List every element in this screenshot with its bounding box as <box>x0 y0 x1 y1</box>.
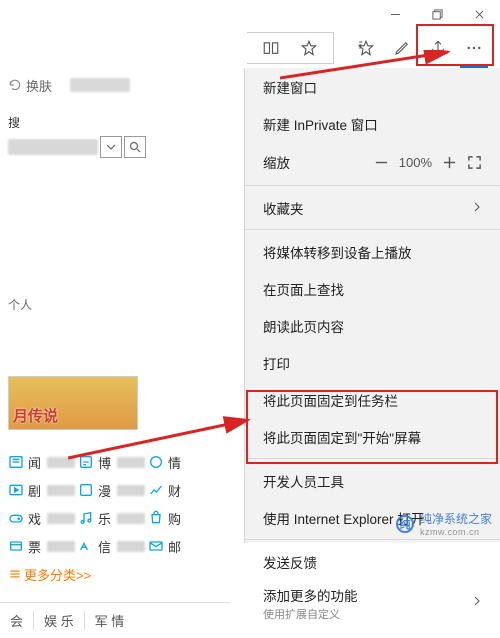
menu-pin-taskbar[interactable]: 将此页面固定到任务栏 <box>245 381 500 418</box>
list-icon <box>8 567 22 581</box>
menu-separator <box>245 458 500 459</box>
menu-cast[interactable]: 将媒体转移到设备上播放 <box>245 233 500 270</box>
refresh-icon[interactable] <box>8 78 22 92</box>
page-left-column: 搜 个人 月传说 闻 博 情 剧 漫 财 戏 乐 购 票 信 邮 <box>0 100 230 543</box>
menu-pin-start[interactable]: 将此页面固定到"开始"屏幕 <box>245 418 500 455</box>
cat-game[interactable]: 戏 <box>8 509 78 528</box>
menu-favorites[interactable]: 收藏夹 <box>245 189 500 226</box>
tab-strip: 换肤 <box>0 70 130 100</box>
menu-read-aloud[interactable]: 朗读此页内容 <box>245 307 500 344</box>
window-restore-button[interactable] <box>416 0 458 28</box>
bottom-tab-0[interactable]: 会 <box>0 611 34 630</box>
cat-emotion[interactable]: 情 <box>148 453 218 472</box>
search-label: 搜 <box>8 116 20 130</box>
cat-weibo[interactable]: 博 <box>78 453 148 472</box>
window-minimize-button[interactable] <box>374 0 416 28</box>
promo-banner[interactable]: 月传说 <box>8 376 138 430</box>
favorites-list-icon[interactable] <box>348 30 384 66</box>
promo-text: 月传说 <box>13 405 58 426</box>
overflow-menu: 新建窗口 新建 InPrivate 窗口 缩放 100% 收藏夹 将媒体转移到设… <box>244 68 500 543</box>
menu-find[interactable]: 在页面上查找 <box>245 270 500 307</box>
more-categories-link[interactable]: 更多分类>> <box>8 565 91 584</box>
bottom-tab-1[interactable]: 娱 乐 <box>34 611 85 630</box>
menu-separator <box>245 185 500 186</box>
zoom-label: 缩放 <box>263 152 290 172</box>
bottom-tab-2[interactable]: 军 情 <box>85 611 135 630</box>
cat-shopping[interactable]: 购 <box>148 509 218 528</box>
tab-change-skin[interactable]: 换肤 <box>26 76 52 95</box>
menu-separator <box>245 229 500 230</box>
search-submit-button[interactable] <box>124 136 146 158</box>
window-close-button[interactable] <box>458 0 500 28</box>
fullscreen-button[interactable] <box>467 155 482 170</box>
cat-comic[interactable]: 漫 <box>78 481 148 500</box>
menu-feedback[interactable]: 发送反馈 <box>245 543 500 580</box>
toolbar <box>0 28 500 68</box>
cat-drama[interactable]: 剧 <box>8 481 78 500</box>
watermark-logo-icon: 纯 <box>396 515 414 533</box>
favorite-star-icon[interactable] <box>291 30 327 66</box>
menu-zoom: 缩放 100% <box>245 142 500 182</box>
menu-new-window[interactable]: 新建窗口 <box>245 68 500 105</box>
caption-personal: 个人 <box>8 296 32 313</box>
cat-finance[interactable]: 财 <box>148 481 218 500</box>
reading-view-icon[interactable] <box>253 30 289 66</box>
zoom-in-button[interactable] <box>442 155 457 170</box>
bottom-nav-tabs: 会 娱 乐 军 情 <box>0 602 230 638</box>
cat-letter[interactable]: 信 <box>78 537 148 556</box>
watermark-title: 纯净系统之家 <box>420 510 492 527</box>
cat-music[interactable]: 乐 <box>78 509 148 528</box>
zoom-value: 100% <box>399 155 432 170</box>
chevron-right-icon <box>472 200 482 215</box>
more-menu-button[interactable] <box>456 30 492 66</box>
address-bar-actions <box>247 32 334 64</box>
menu-new-inprivate[interactable]: 新建 InPrivate 窗口 <box>245 105 500 142</box>
category-grid: 闻 博 情 剧 漫 财 戏 乐 购 票 信 邮 更多分类>> <box>8 448 218 588</box>
menu-print[interactable]: 打印 <box>245 344 500 381</box>
watermark-url: kzmw.com.cn <box>420 527 492 537</box>
blurred-content <box>70 78 130 92</box>
share-icon[interactable] <box>420 30 456 66</box>
cat-lottery[interactable]: 票 <box>8 537 78 556</box>
menu-separator <box>245 539 500 540</box>
cat-news[interactable]: 闻 <box>8 453 78 472</box>
menu-extensions-subtitle: 使用扩展自定义 <box>263 606 340 622</box>
web-notes-icon[interactable] <box>384 30 420 66</box>
search-area: 搜 <box>8 100 230 158</box>
search-input-blurred[interactable] <box>8 139 98 155</box>
menu-dev-tools[interactable]: 开发人员工具 <box>245 462 500 499</box>
menu-extensions[interactable]: 添加更多的功能 使用扩展自定义 <box>245 580 500 624</box>
zoom-out-button[interactable] <box>374 155 389 170</box>
watermark: 纯 纯净系统之家 kzmw.com.cn <box>396 510 492 537</box>
search-dropdown-button[interactable] <box>100 136 122 158</box>
chevron-right-icon <box>472 594 482 609</box>
cat-mail[interactable]: 邮 <box>148 537 218 556</box>
